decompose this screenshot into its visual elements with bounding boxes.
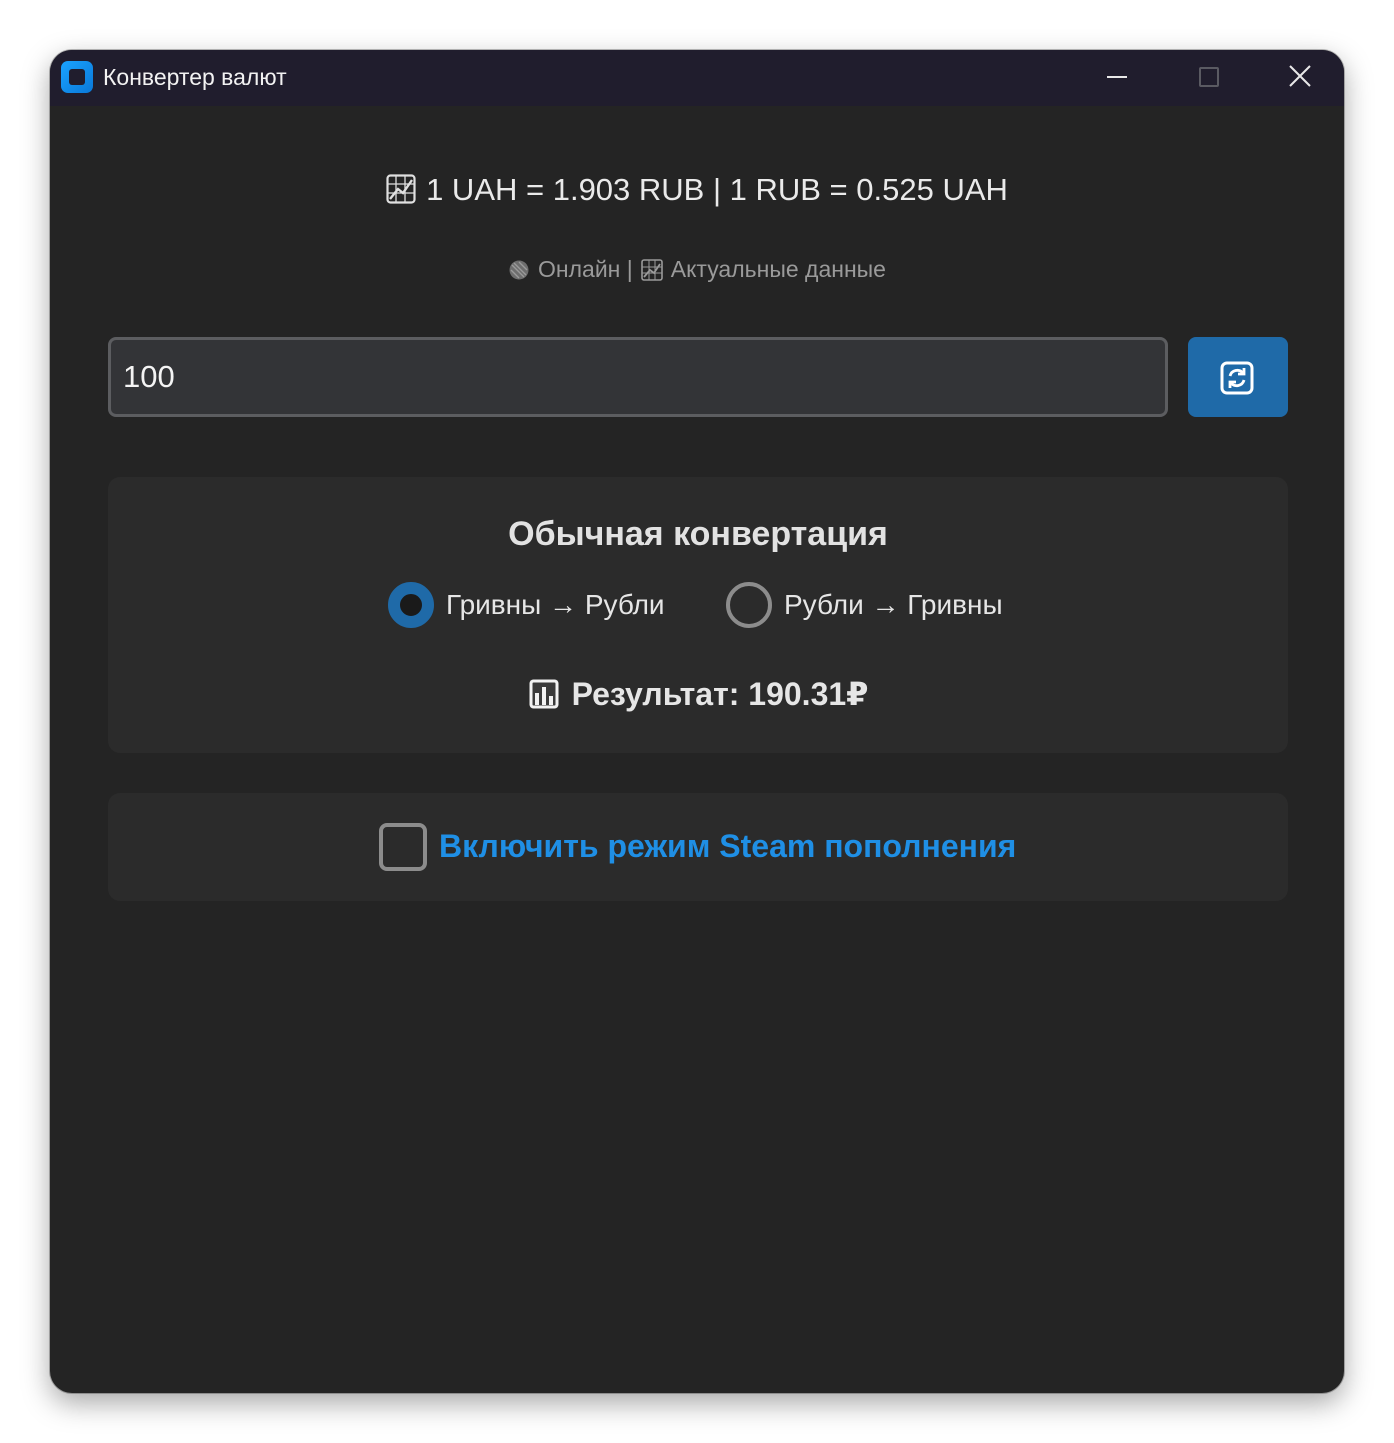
radio-unselected-indicator[interactable] [726, 582, 772, 628]
globe-icon [508, 257, 530, 289]
steam-mode-card: Включить режим Steam пополнения [108, 793, 1288, 901]
exchange-rate-text: 1 UAH = 1.903 RUB | 1 RUB = 0.525 UAH [426, 172, 1008, 207]
swap-button[interactable] [1188, 337, 1288, 417]
radio-selected-indicator[interactable] [388, 582, 434, 628]
conversion-result: Результат: 190.31₽ [108, 672, 1288, 721]
chart-increasing-icon [386, 174, 416, 214]
radio-uah-to-rub-label: Гривны → Рубли [446, 589, 665, 620]
status-line: Онлайн | Актуальные данные [50, 253, 1344, 289]
amount-input[interactable] [108, 337, 1168, 417]
exchange-rate-line: 1 UAH = 1.903 RUB | 1 RUB = 0.525 UAH [50, 170, 1344, 214]
window-title: Конвертер валют [103, 64, 287, 90]
online-status-label: Онлайн | [538, 256, 633, 282]
result-text: Результат: 190.31₽ [571, 676, 869, 712]
radio-uah-to-rub[interactable]: Гривны → Рубли [388, 581, 665, 629]
steam-mode-checkbox[interactable] [379, 823, 427, 871]
normal-conversion-title: Обычная конвертация [508, 515, 888, 553]
steam-mode-label[interactable]: Включить режим Steam пополнения [439, 824, 1016, 868]
normal-conversion-card: Обычная конвертация Гривны → Рубли Рубли… [108, 477, 1288, 753]
app-logo-icon [61, 61, 93, 93]
app-window: Конвертер валют 1 UAH = 1.903 RUB | 1 RU… [50, 50, 1344, 1393]
title-bar[interactable]: Конвертер валют [50, 50, 1344, 106]
maximize-button[interactable] [1163, 50, 1253, 106]
data-status-label: Актуальные данные [670, 256, 886, 282]
bar-chart-icon [528, 677, 560, 721]
close-icon [1289, 65, 1311, 87]
minimize-button[interactable] [1072, 50, 1162, 106]
close-button[interactable] [1255, 50, 1344, 106]
radio-rub-to-uah[interactable]: Рубли → Гривны [726, 581, 1003, 629]
chart-icon [640, 257, 663, 289]
radio-rub-to-uah-label: Рубли → Гривны [784, 589, 1003, 620]
swap-arrows-icon [1220, 361, 1254, 395]
